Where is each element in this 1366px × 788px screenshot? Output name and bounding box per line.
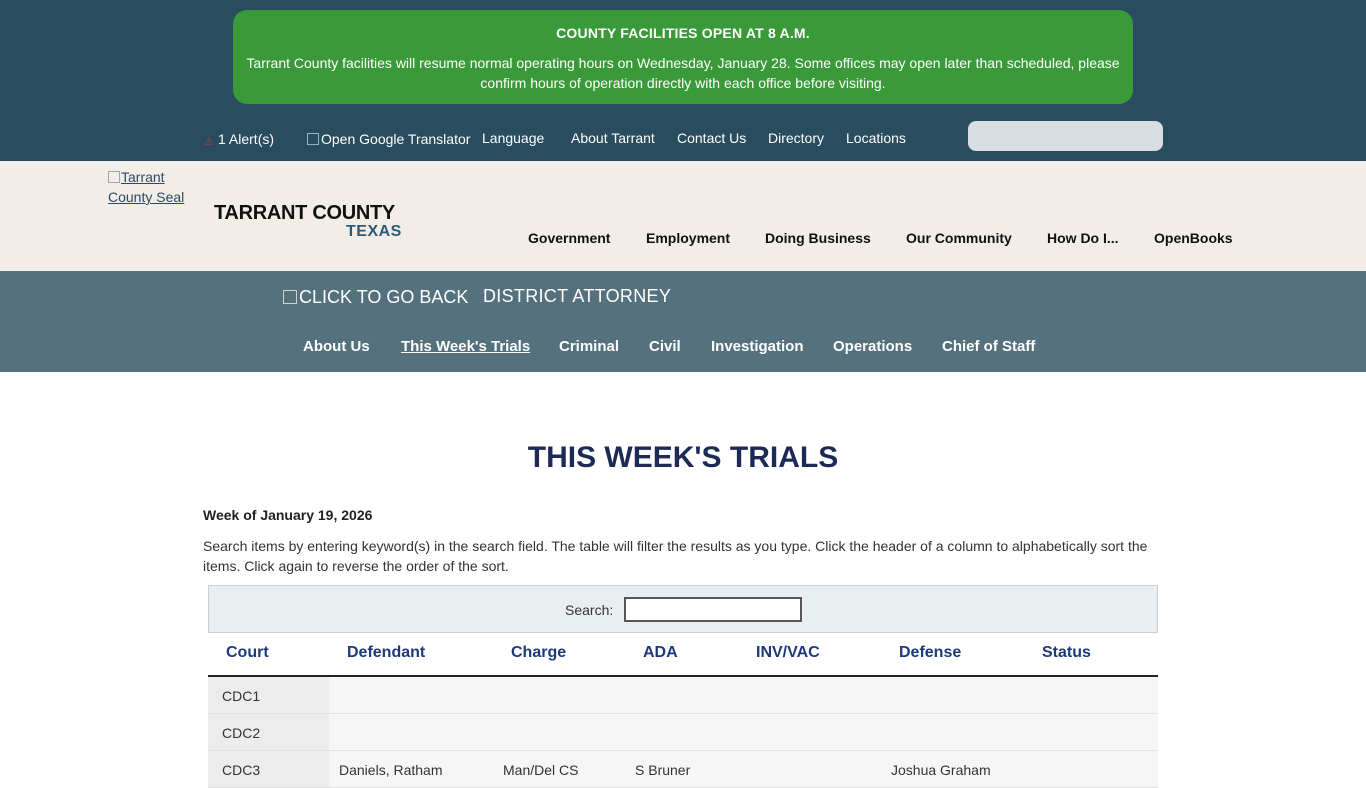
county-seal-link[interactable]: Tarrant County Seal — [108, 167, 198, 207]
broken-image-icon — [108, 171, 120, 183]
column-header-ada[interactable]: ADA — [643, 644, 678, 662]
court-cell: CDC1 — [222, 688, 261, 704]
alert-count-button[interactable]: ⚠ 1 Alert(s) — [204, 131, 275, 148]
translator-alt-text: Open Google Translator — [321, 131, 471, 147]
broken-image-icon — [307, 133, 319, 145]
defense-cell: Joshua Graham — [891, 762, 991, 778]
nav-employment[interactable]: Employment — [646, 230, 730, 246]
subnav-about-us[interactable]: About Us — [303, 338, 370, 355]
page-title: THIS WEEK'S TRIALS — [527, 441, 839, 474]
row-cell-bg — [329, 751, 1158, 787]
utility-bar: ⚠ 1 Alert(s) Open Google Translator Langu… — [0, 118, 1366, 158]
nav-openbooks[interactable]: OpenBooks — [1154, 230, 1233, 246]
county-state: TEXAS — [346, 223, 402, 240]
alert-body: Tarrant County facilities will resume no… — [246, 55, 1120, 91]
subnav-this-weeks-trials[interactable]: This Week's Trials — [401, 338, 530, 355]
table-search-input[interactable] — [624, 597, 802, 622]
nav-how-do-i[interactable]: How Do I... — [1047, 230, 1119, 246]
court-cell: CDC2 — [222, 725, 261, 741]
subnav-investigation[interactable]: Investigation — [711, 338, 804, 355]
alert-count-label: 1 Alert(s) — [218, 131, 275, 147]
nav-our-community[interactable]: Our Community — [906, 230, 1012, 246]
county-name: TARRANT COUNTY — [214, 202, 395, 224]
table-search-panel: Search: — [208, 585, 1158, 633]
emergency-alert: COUNTY FACILITIES OPEN AT 8 A.M. Tarrant… — [233, 10, 1133, 104]
directory-link[interactable]: Directory — [768, 130, 824, 146]
site-search-input[interactable] — [968, 121, 1163, 151]
alert-title: COUNTY FACILITIES OPEN AT 8 A.M. — [556, 25, 810, 41]
about-tarrant-link[interactable]: About Tarrant — [571, 130, 655, 146]
nav-doing-business[interactable]: Doing Business — [765, 230, 871, 246]
warning-icon: ⚠ — [204, 136, 214, 148]
back-alt-text: Click to go back — [299, 287, 469, 307]
column-header-charge[interactable]: Charge — [511, 644, 566, 662]
column-header-inv-vac[interactable]: INV/VAC — [756, 644, 820, 662]
ada-cell: S Bruner — [635, 762, 691, 778]
locations-link[interactable]: Locations — [846, 130, 906, 146]
department-title: DISTRICT ATTORNEY — [483, 286, 672, 306]
search-instructions: Search items by entering keyword(s) in t… — [203, 538, 1148, 574]
language-link[interactable]: Language — [482, 130, 544, 146]
nav-government[interactable]: Government — [528, 230, 610, 246]
column-header-status[interactable]: Status — [1042, 644, 1091, 662]
table-search-label: Search: — [565, 602, 614, 618]
county-header: Tarrant County Seal TARRANT COUNTY TEXAS… — [0, 161, 1366, 271]
table-row: CDC2 — [208, 714, 1158, 751]
google-translator-button[interactable]: Open Google Translator — [307, 131, 470, 147]
table-header-row: Court Defendant Charge ADA INV/VAC Defen… — [208, 633, 1158, 677]
subnav-operations[interactable]: Operations — [833, 338, 912, 355]
column-header-defendant[interactable]: Defendant — [347, 644, 425, 662]
row-cell-bg — [329, 714, 1158, 750]
subnav-criminal[interactable]: Criminal — [559, 338, 619, 355]
charge-cell: Man/Del CS — [503, 762, 579, 778]
top-banner: COUNTY FACILITIES OPEN AT 8 A.M. Tarrant… — [0, 0, 1366, 161]
back-button[interactable]: Click to go back — [283, 287, 468, 308]
subnav-civil[interactable]: Civil — [649, 338, 681, 355]
subnav-chief-of-staff[interactable]: Chief of Staff — [942, 338, 1035, 355]
column-header-court[interactable]: Court — [226, 644, 269, 662]
table-row: CDC3 Daniels, Ratham Man/Del CS S Bruner… — [208, 751, 1158, 788]
week-of-label: Week of January 19, 2026 — [203, 507, 373, 523]
court-cell: CDC3 — [222, 762, 261, 778]
row-cell-bg — [329, 677, 1158, 713]
defendant-cell: Daniels, Ratham — [339, 762, 443, 778]
table-row: CDC1 — [208, 677, 1158, 714]
department-header: Click to go back DISTRICT ATTORNEY About… — [0, 271, 1366, 372]
contact-us-link[interactable]: Contact Us — [677, 130, 746, 146]
broken-image-icon — [283, 290, 297, 304]
column-header-defense[interactable]: Defense — [899, 644, 961, 662]
